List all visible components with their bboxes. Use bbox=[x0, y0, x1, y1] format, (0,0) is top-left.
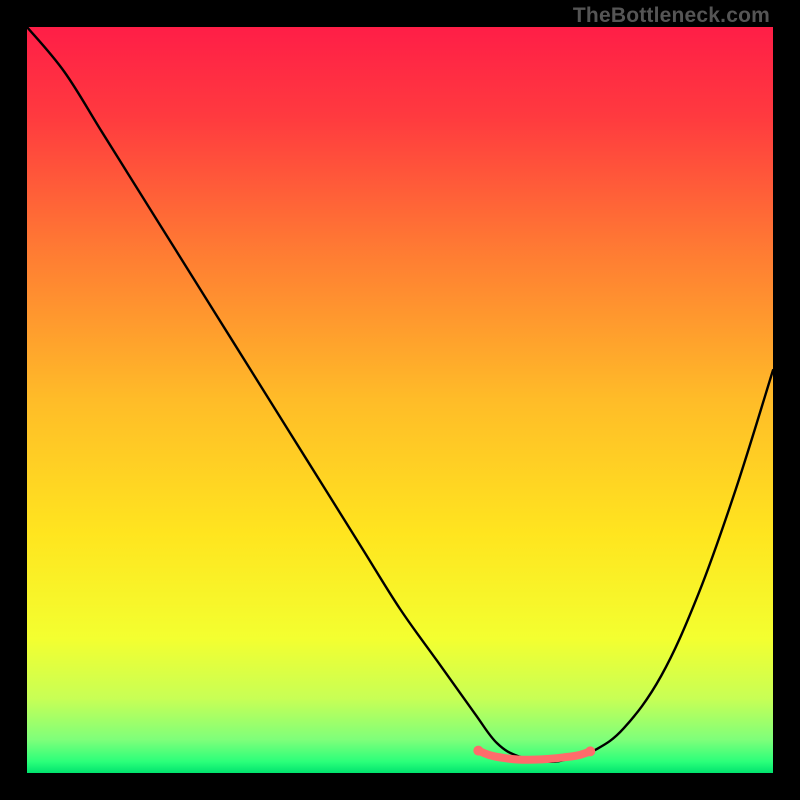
valley-endpoint-left bbox=[473, 746, 483, 756]
chart-stage: TheBottleneck.com bbox=[0, 0, 800, 800]
valley-highlight bbox=[478, 751, 590, 760]
valley-endpoint-right bbox=[585, 746, 595, 756]
bottleneck-curve bbox=[27, 27, 773, 762]
watermark-text: TheBottleneck.com bbox=[573, 4, 770, 28]
curve-layer bbox=[27, 27, 773, 773]
plot-area bbox=[27, 27, 773, 773]
